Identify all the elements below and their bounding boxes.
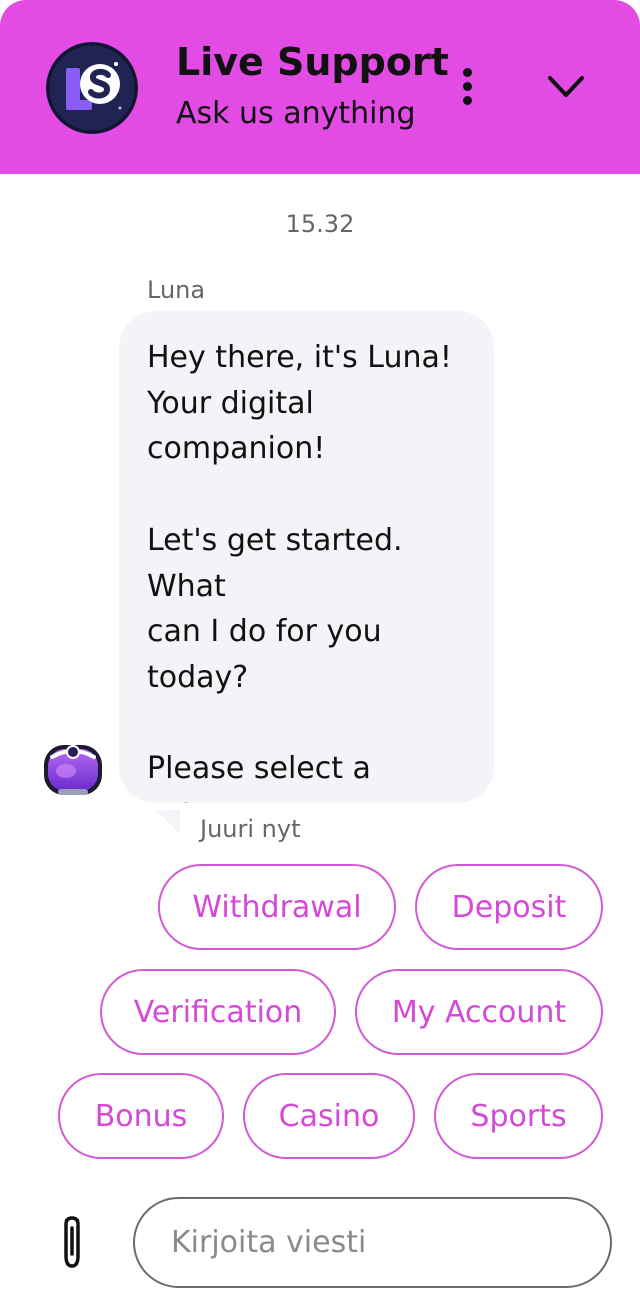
message-time: Juuri nyt bbox=[200, 815, 301, 843]
header-subtitle: Ask us anything bbox=[176, 96, 416, 131]
more-options-button[interactable] bbox=[448, 62, 488, 110]
header-title: Live Support bbox=[176, 40, 449, 84]
option-my-account-button[interactable]: My Account bbox=[355, 969, 603, 1055]
option-bonus-button[interactable]: Bonus bbox=[58, 1073, 224, 1159]
message-sender: Luna bbox=[147, 276, 206, 304]
robot-avatar-icon bbox=[42, 741, 104, 799]
ls-logo-icon bbox=[46, 42, 138, 134]
option-sports-button[interactable]: Sports bbox=[434, 1073, 603, 1159]
option-verification-button[interactable]: Verification bbox=[100, 969, 336, 1055]
attach-button[interactable] bbox=[50, 1212, 94, 1272]
bubble-tail bbox=[156, 810, 180, 834]
option-withdrawal-button[interactable]: Withdrawal bbox=[158, 864, 396, 950]
message-bubble: Hey there, it's Luna! Your digital compa… bbox=[119, 311, 494, 803]
chat-header: Live Support Ask us anything bbox=[0, 0, 640, 174]
more-vertical-icon bbox=[463, 68, 472, 77]
message-input[interactable] bbox=[133, 1197, 612, 1288]
chevron-down-icon bbox=[548, 76, 584, 97]
option-casino-button[interactable]: Casino bbox=[243, 1073, 415, 1159]
collapse-button[interactable] bbox=[542, 64, 590, 108]
chat-widget: Live Support Ask us anything 15.32 Luna … bbox=[0, 0, 640, 1316]
paperclip-icon bbox=[64, 1216, 80, 1268]
option-deposit-button[interactable]: Deposit bbox=[415, 864, 603, 950]
conversation-timestamp: 15.32 bbox=[285, 210, 355, 238]
